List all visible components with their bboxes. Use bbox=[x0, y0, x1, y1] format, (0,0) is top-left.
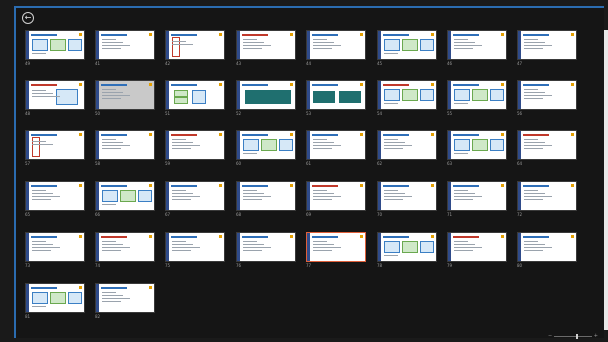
slide-number: 60 bbox=[236, 161, 242, 166]
slide-thumbnail[interactable] bbox=[306, 30, 366, 60]
zoom-thumb[interactable] bbox=[576, 334, 578, 339]
slide-number: 55 bbox=[447, 111, 453, 116]
slide-number: 79 bbox=[447, 263, 453, 268]
slide-number: 65 bbox=[25, 212, 31, 217]
slide-thumbnail[interactable] bbox=[165, 130, 225, 160]
slide-number: 68 bbox=[236, 212, 242, 217]
slide-thumbnail[interactable] bbox=[236, 30, 296, 60]
slide-number: 80 bbox=[517, 263, 523, 268]
slide-number: 48 bbox=[25, 111, 31, 116]
slide-thumbnail[interactable] bbox=[377, 130, 437, 160]
slide-thumbnail[interactable] bbox=[25, 283, 85, 313]
slide-number: 69 bbox=[306, 212, 312, 217]
slide-number: 64 bbox=[517, 161, 523, 166]
slide-number: 71 bbox=[447, 212, 453, 217]
slide-thumbnail[interactable] bbox=[25, 232, 85, 262]
slide-thumbnail[interactable] bbox=[306, 181, 366, 211]
slide-grid: 49 41 42 43 44 45 46 47 48 50 51 52 53 54 55 56 57 58 59 60… bbox=[0, 0, 608, 342]
slide-thumbnail[interactable] bbox=[447, 181, 507, 211]
slide-thumbnail[interactable] bbox=[447, 232, 507, 262]
slide-number: 70 bbox=[377, 212, 383, 217]
slide-number: 75 bbox=[165, 263, 171, 268]
zoom-out-icon[interactable]: − bbox=[548, 333, 552, 339]
slide-number: 81 bbox=[25, 314, 31, 319]
slide-number: 61 bbox=[306, 161, 312, 166]
slide-thumbnail[interactable] bbox=[447, 130, 507, 160]
slide-number: 47 bbox=[517, 61, 523, 66]
slide-thumbnail[interactable] bbox=[377, 232, 437, 262]
slide-thumbnail[interactable] bbox=[95, 181, 155, 211]
slide-number: 77 bbox=[306, 263, 312, 268]
slide-number: 73 bbox=[25, 263, 31, 268]
slide-thumbnail[interactable] bbox=[517, 30, 577, 60]
slide-thumbnail[interactable] bbox=[165, 80, 225, 110]
zoom-in-icon[interactable]: + bbox=[594, 333, 598, 339]
slide-number: 43 bbox=[236, 61, 242, 66]
slide-number: 44 bbox=[306, 61, 312, 66]
slide-number: 46 bbox=[447, 61, 453, 66]
slide-thumbnail[interactable] bbox=[236, 181, 296, 211]
slide-number: 50 bbox=[95, 111, 101, 116]
zoom-track[interactable] bbox=[554, 336, 592, 337]
slide-thumbnail[interactable] bbox=[236, 130, 296, 160]
slide-thumbnail[interactable] bbox=[25, 30, 85, 60]
slide-number: 62 bbox=[377, 161, 383, 166]
slide-thumbnail[interactable] bbox=[165, 232, 225, 262]
slide-number: 45 bbox=[377, 61, 383, 66]
slide-thumbnail[interactable] bbox=[165, 30, 225, 60]
slide-number: 57 bbox=[25, 161, 31, 166]
slide-number: 63 bbox=[447, 161, 453, 166]
slide-thumbnail[interactable] bbox=[447, 80, 507, 110]
slide-thumbnail[interactable] bbox=[25, 181, 85, 211]
slide-thumbnail[interactable] bbox=[95, 30, 155, 60]
slide-number: 56 bbox=[517, 111, 523, 116]
slide-number: 78 bbox=[377, 263, 383, 268]
slide-number: 52 bbox=[236, 111, 242, 116]
slide-number: 42 bbox=[165, 61, 171, 66]
slide-number: 49 bbox=[25, 61, 31, 66]
slide-thumbnail[interactable] bbox=[517, 80, 577, 110]
slide-thumbnail[interactable] bbox=[25, 80, 85, 110]
slide-number: 53 bbox=[306, 111, 312, 116]
slide-thumbnail[interactable] bbox=[517, 130, 577, 160]
slide-thumbnail[interactable] bbox=[306, 80, 366, 110]
slide-number: 82 bbox=[95, 314, 101, 319]
slide-thumbnail[interactable] bbox=[165, 181, 225, 211]
slide-number: 51 bbox=[165, 111, 171, 116]
slide-thumbnail[interactable] bbox=[377, 80, 437, 110]
slide-thumbnail[interactable] bbox=[447, 30, 507, 60]
slide-thumbnail[interactable] bbox=[95, 130, 155, 160]
slide-thumbnail[interactable] bbox=[377, 181, 437, 211]
slide-thumbnail[interactable] bbox=[95, 283, 155, 313]
slide-number: 58 bbox=[95, 161, 101, 166]
slide-number: 74 bbox=[95, 263, 101, 268]
slide-thumbnail[interactable] bbox=[517, 232, 577, 262]
zoom-slider[interactable]: − + bbox=[548, 333, 598, 339]
slide-thumbnail[interactable] bbox=[306, 232, 366, 262]
slide-thumbnail[interactable] bbox=[95, 80, 155, 110]
slide-thumbnail[interactable] bbox=[306, 130, 366, 160]
slide-thumbnail[interactable] bbox=[236, 232, 296, 262]
slide-thumbnail[interactable] bbox=[517, 181, 577, 211]
slide-thumbnail[interactable] bbox=[25, 130, 85, 160]
slide-thumbnail[interactable] bbox=[236, 80, 296, 110]
slide-number: 76 bbox=[236, 263, 242, 268]
slide-number: 41 bbox=[95, 61, 101, 66]
slide-thumbnail[interactable] bbox=[95, 232, 155, 262]
slide-thumbnail[interactable] bbox=[377, 30, 437, 60]
slide-number: 54 bbox=[377, 111, 383, 116]
slide-number: 67 bbox=[165, 212, 171, 217]
slide-number: 59 bbox=[165, 161, 171, 166]
slide-number: 72 bbox=[517, 212, 523, 217]
slide-number: 66 bbox=[95, 212, 101, 217]
